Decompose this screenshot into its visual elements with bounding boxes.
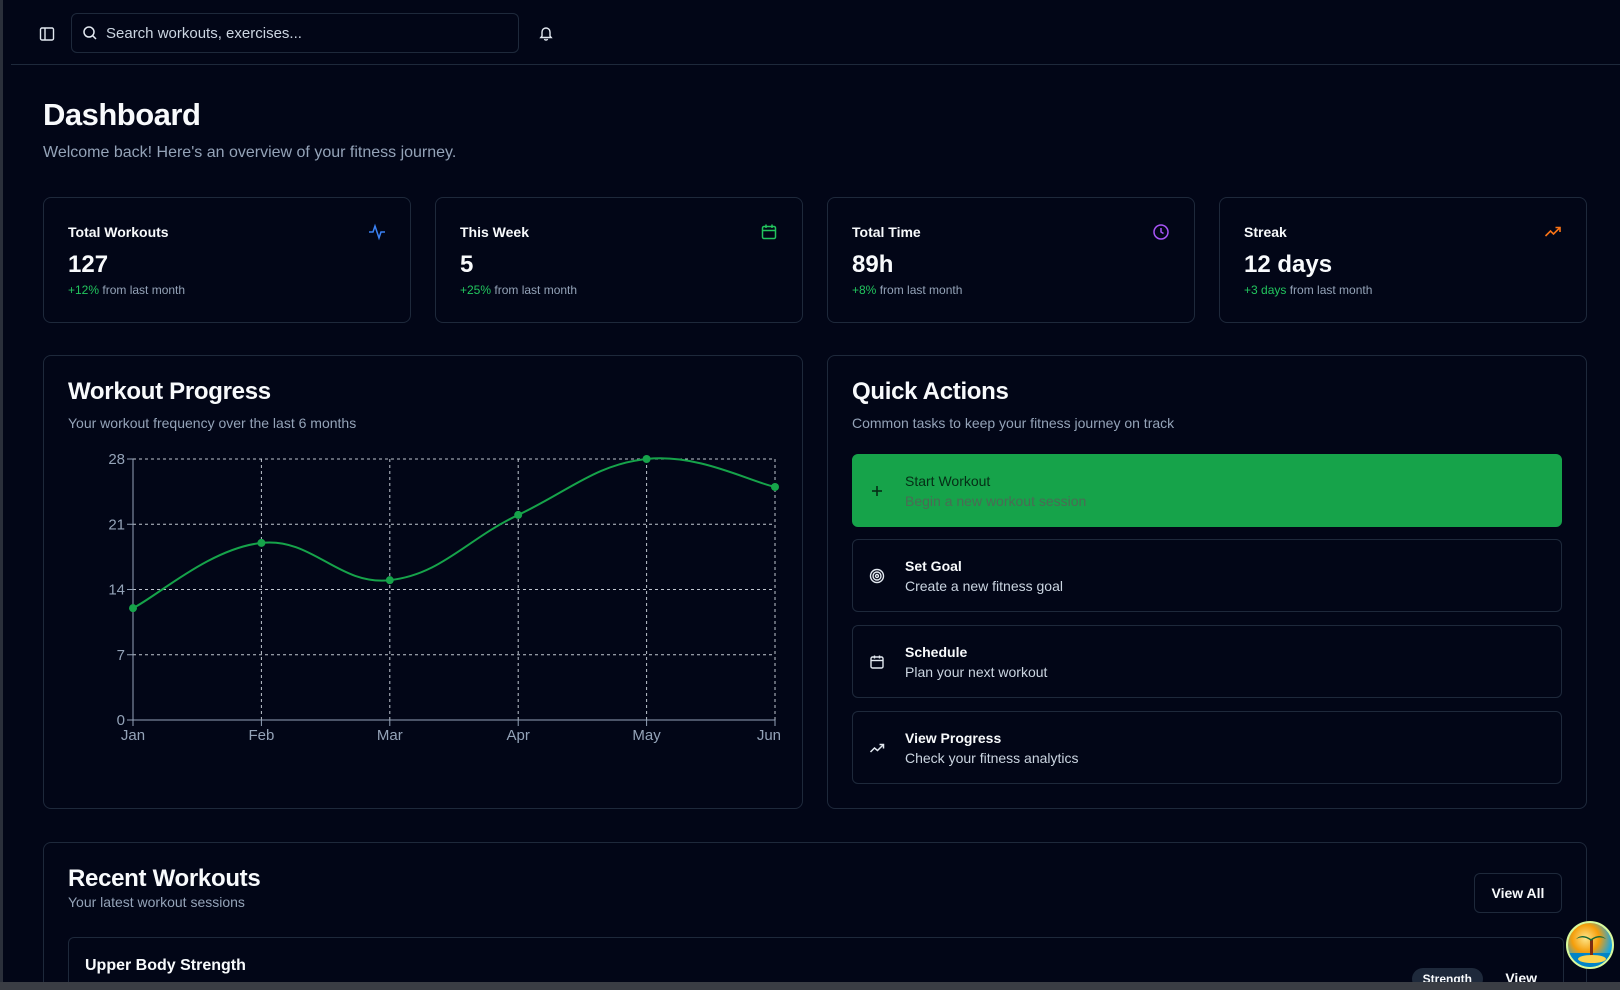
stat-change-value: +8% bbox=[852, 283, 877, 297]
x-tick-label: Jun bbox=[757, 727, 781, 744]
stat-change: +3 days from last month bbox=[1244, 283, 1372, 297]
stat-value: 127 bbox=[68, 251, 109, 278]
action-description: Check your fitness analytics bbox=[905, 750, 1079, 766]
action-title: Schedule bbox=[905, 644, 968, 660]
sidebar-icon bbox=[39, 27, 55, 41]
stat-change: +12% from last month bbox=[68, 283, 185, 297]
view-progress-button[interactable]: View Progress Check your fitness analyti… bbox=[852, 711, 1562, 784]
stat-change-text: from last month bbox=[491, 283, 578, 297]
x-tick-label: Feb bbox=[248, 727, 274, 744]
plus-icon bbox=[867, 481, 887, 501]
series-line bbox=[132, 457, 776, 610]
action-title: Start Workout bbox=[905, 473, 991, 489]
stat-change: +25% from last month bbox=[460, 283, 577, 297]
stat-change-text: from last month bbox=[99, 283, 186, 297]
workout-progress-chart: 07142128Jan Feb Mar Apr May Jun bbox=[108, 451, 781, 744]
view-all-button[interactable]: View All bbox=[1474, 873, 1562, 913]
target-icon bbox=[867, 566, 887, 586]
stat-card-this-week: This Week 5 +25% from last month bbox=[435, 197, 803, 323]
search-input[interactable] bbox=[106, 24, 506, 42]
y-tick-label: 21 bbox=[108, 516, 125, 533]
action-description: Create a new fitness goal bbox=[905, 578, 1063, 594]
data-point bbox=[257, 538, 266, 547]
stat-change-value: +12% bbox=[68, 283, 100, 297]
x-tick-label: Mar bbox=[377, 727, 403, 744]
set-goal-button[interactable]: Set Goal Create a new fitness goal bbox=[852, 539, 1562, 612]
top-bar bbox=[11, 0, 1620, 65]
search-bar[interactable] bbox=[71, 13, 519, 53]
stat-change-value: +3 days bbox=[1244, 283, 1287, 297]
x-tick-label: Apr bbox=[507, 727, 530, 744]
page-title: Dashboard bbox=[43, 97, 201, 132]
y-tick-label: 14 bbox=[108, 582, 125, 599]
stat-label: This Week bbox=[460, 224, 529, 240]
trending-up-icon bbox=[1544, 226, 1561, 237]
stat-change: +8% from last month bbox=[852, 283, 962, 297]
y-tick-label: 28 bbox=[108, 451, 125, 468]
stat-card-total-time: Total Time 89h +8% from last month bbox=[827, 197, 1195, 323]
stat-change-text: from last month bbox=[876, 283, 963, 297]
avatar[interactable] bbox=[1566, 921, 1614, 969]
action-title: Set Goal bbox=[905, 558, 962, 574]
action-title: View Progress bbox=[905, 730, 1002, 746]
quick-actions-panel: Quick Actions Common tasks to keep your … bbox=[827, 355, 1587, 809]
palm-tree-icon bbox=[1568, 936, 1612, 967]
x-tick-label: Jan bbox=[121, 727, 145, 744]
panel-title: Quick Actions bbox=[852, 378, 1009, 405]
stat-label: Total Workouts bbox=[68, 224, 169, 240]
stat-value: 89h bbox=[852, 251, 894, 278]
workout-progress-panel: Workout Progress Your workout frequency … bbox=[43, 355, 803, 809]
y-tick-label: 7 bbox=[117, 647, 125, 664]
x-tick-label: May bbox=[632, 727, 661, 744]
data-point bbox=[385, 576, 394, 585]
recent-workouts-panel: Recent Workouts Your latest workout sess… bbox=[43, 842, 1587, 990]
panel-subtitle: Common tasks to keep your fitness journe… bbox=[852, 415, 1175, 431]
panel-title: Recent Workouts bbox=[68, 865, 261, 892]
calendar-icon bbox=[761, 224, 777, 240]
calendar-icon bbox=[867, 652, 887, 672]
workout-name: Upper Body Strength bbox=[85, 957, 246, 974]
stat-label: Streak bbox=[1244, 224, 1287, 240]
stat-change-value: +25% bbox=[460, 283, 492, 297]
clock-icon bbox=[1153, 224, 1169, 240]
stat-label: Total Time bbox=[852, 224, 921, 240]
schedule-button[interactable]: Schedule Plan your next workout bbox=[852, 625, 1562, 698]
action-description: Begin a new workout session bbox=[905, 493, 1087, 509]
search-icon bbox=[83, 26, 97, 40]
stat-change-text: from last month bbox=[1286, 283, 1373, 297]
data-point bbox=[514, 510, 523, 519]
activity-icon bbox=[369, 223, 385, 241]
stat-card-streak: Streak 12 days +3 days from last month bbox=[1219, 197, 1587, 323]
taskbar-edge bbox=[0, 982, 1620, 990]
action-description: Plan your next workout bbox=[905, 664, 1048, 680]
notifications-button[interactable] bbox=[535, 22, 557, 44]
window-edge bbox=[0, 0, 3, 990]
sidebar-toggle-button[interactable] bbox=[28, 21, 66, 47]
stat-value: 12 days bbox=[1244, 251, 1333, 278]
start-workout-button[interactable]: Start Workout Begin a new workout sessio… bbox=[852, 454, 1562, 527]
stat-card-total-workouts: Total Workouts 127 +12% from last month bbox=[43, 197, 411, 323]
stat-value: 5 bbox=[460, 251, 474, 278]
data-point bbox=[642, 455, 651, 463]
trending-up-icon bbox=[867, 738, 887, 758]
bell-icon bbox=[539, 27, 553, 41]
data-point bbox=[771, 482, 779, 491]
data-point bbox=[129, 604, 137, 613]
page-subtitle: Welcome back! Here's an overview of your… bbox=[43, 144, 457, 161]
panel-subtitle: Your latest workout sessions bbox=[68, 894, 245, 910]
